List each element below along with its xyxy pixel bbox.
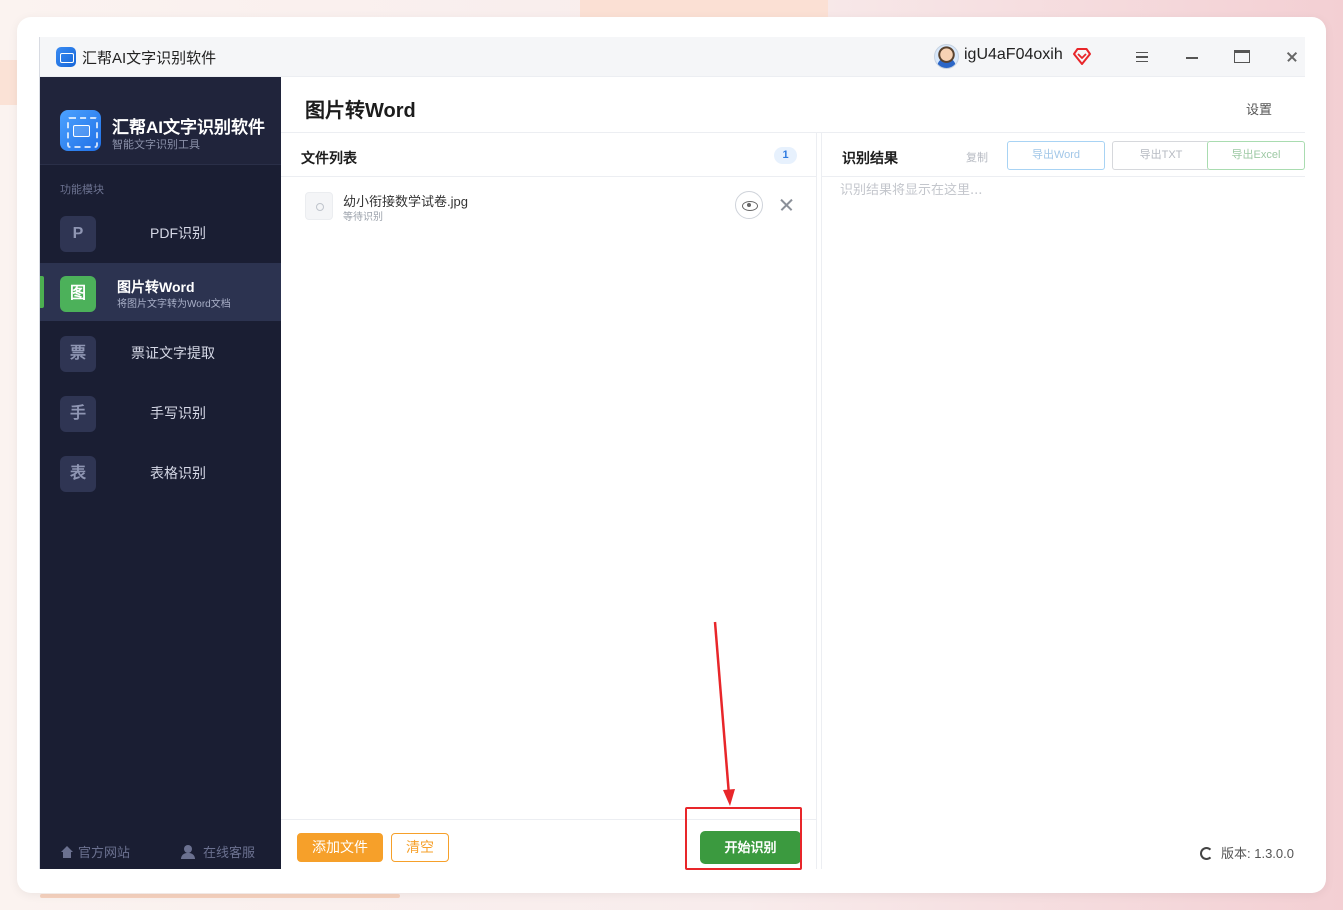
file-list-title: 文件列表 (301, 150, 357, 166)
nav-label: PDF识别 (150, 225, 206, 241)
add-file-button[interactable]: 添加文件 (297, 833, 383, 862)
home-icon (60, 846, 74, 858)
main-content: 图片转Word 设置 文件列表 1 幼小衔接数学试卷.jpg 等待识别 添加文件… (281, 77, 1305, 869)
settings-button[interactable]: 设置 (1246, 99, 1272, 118)
file-thumbnail (305, 192, 333, 220)
minimize-button[interactable] (1181, 46, 1203, 68)
clear-button[interactable]: 清空 (391, 833, 449, 862)
title-bar: 汇帮AI文字识别软件 igU4aF04oxih (40, 37, 1305, 77)
nav-label: 图片转Word (117, 279, 195, 295)
support-icon (181, 845, 195, 859)
nav-label: 表格识别 (150, 465, 206, 481)
export-txt-button[interactable]: 导出TXT (1112, 141, 1210, 170)
app-icon (56, 47, 76, 67)
refresh-icon[interactable] (1200, 847, 1214, 860)
file-status: 等待识别 (343, 212, 383, 223)
username[interactable]: igU4aF04oxih (964, 46, 1063, 64)
background-decoration (40, 894, 400, 898)
background-decoration (580, 0, 828, 18)
remove-file-icon[interactable] (776, 194, 798, 216)
sidebar-subtitle: 智能文字识别工具 (112, 139, 200, 151)
online-support-link[interactable]: 在线客服 (181, 842, 255, 861)
sidebar-item-table[interactable]: 表 表格识别 (40, 443, 281, 501)
website-label: 官方网站 (78, 845, 131, 860)
export-word-button[interactable]: 导出Word (1007, 141, 1105, 170)
page-title: 图片转Word (305, 100, 416, 122)
preview-eye-icon[interactable] (735, 191, 763, 219)
result-panel-header: 识别结果 复制 导出Word 导出TXT 导出Excel (822, 133, 1305, 177)
sidebar-item-handwriting[interactable]: 手 手写识别 (40, 383, 281, 441)
version-info: 版本: 1.3.0.0 (1200, 843, 1294, 862)
official-website-link[interactable]: 官方网站 (60, 842, 130, 861)
start-recognition-button[interactable]: 开始识别 (700, 831, 801, 864)
copy-button[interactable]: 复制 (966, 149, 988, 165)
logo-icon (60, 110, 101, 151)
result-placeholder: 识别结果将显示在这里... (840, 183, 983, 198)
sidebar-item-image-to-word[interactable]: 图 图片转Word 将图片文字转为Word文档 (40, 263, 281, 321)
result-panel: 识别结果 复制 导出Word 导出TXT 导出Excel 识别结果将显示在这里.… (821, 133, 1305, 869)
sidebar-header: 汇帮AI文字识别软件 智能文字识别工具 (40, 77, 281, 165)
vip-diamond-icon[interactable] (1072, 46, 1092, 66)
file-item[interactable]: 幼小衔接数学试卷.jpg 等待识别 (281, 177, 816, 235)
sidebar-item-ticket[interactable]: 票 票证文字提取 (40, 323, 281, 381)
sidebar: 汇帮AI文字识别软件 智能文字识别工具 功能模块 P PDF识别 图 图片转Wo… (40, 77, 281, 869)
menu-icon[interactable] (1131, 46, 1153, 68)
file-panel-footer: 添加文件 清空 开始识别 (281, 819, 816, 869)
support-label: 在线客服 (203, 845, 256, 860)
sidebar-brand: 汇帮AI文字识别软件 (112, 118, 265, 137)
nav-label: 手写识别 (150, 405, 206, 421)
nav-description: 将图片文字转为Word文档 (117, 299, 231, 310)
close-button[interactable] (1281, 46, 1303, 68)
export-excel-button[interactable]: 导出Excel (1207, 141, 1305, 170)
file-panel-header: 文件列表 1 (281, 133, 816, 177)
nav-label: 票证文字提取 (131, 345, 215, 361)
nav-badge: 图 (60, 276, 96, 312)
app-window: 汇帮AI文字识别软件 igU4aF04oxih 汇帮AI文字识别软件 智能文字识… (39, 37, 1305, 869)
file-count-badge: 1 (774, 147, 797, 164)
section-label: 功能模块 (60, 184, 104, 196)
sidebar-item-pdf[interactable]: P PDF识别 (40, 203, 281, 261)
window-title: 汇帮AI文字识别软件 (82, 50, 217, 67)
version-label: 版本: 1.3.0.0 (1221, 846, 1294, 861)
maximize-button[interactable] (1231, 46, 1253, 68)
result-title: 识别结果 (842, 150, 898, 166)
user-avatar[interactable] (934, 44, 959, 69)
file-panel: 文件列表 1 幼小衔接数学试卷.jpg 等待识别 添加文件 清空 开始识别 (281, 133, 817, 869)
